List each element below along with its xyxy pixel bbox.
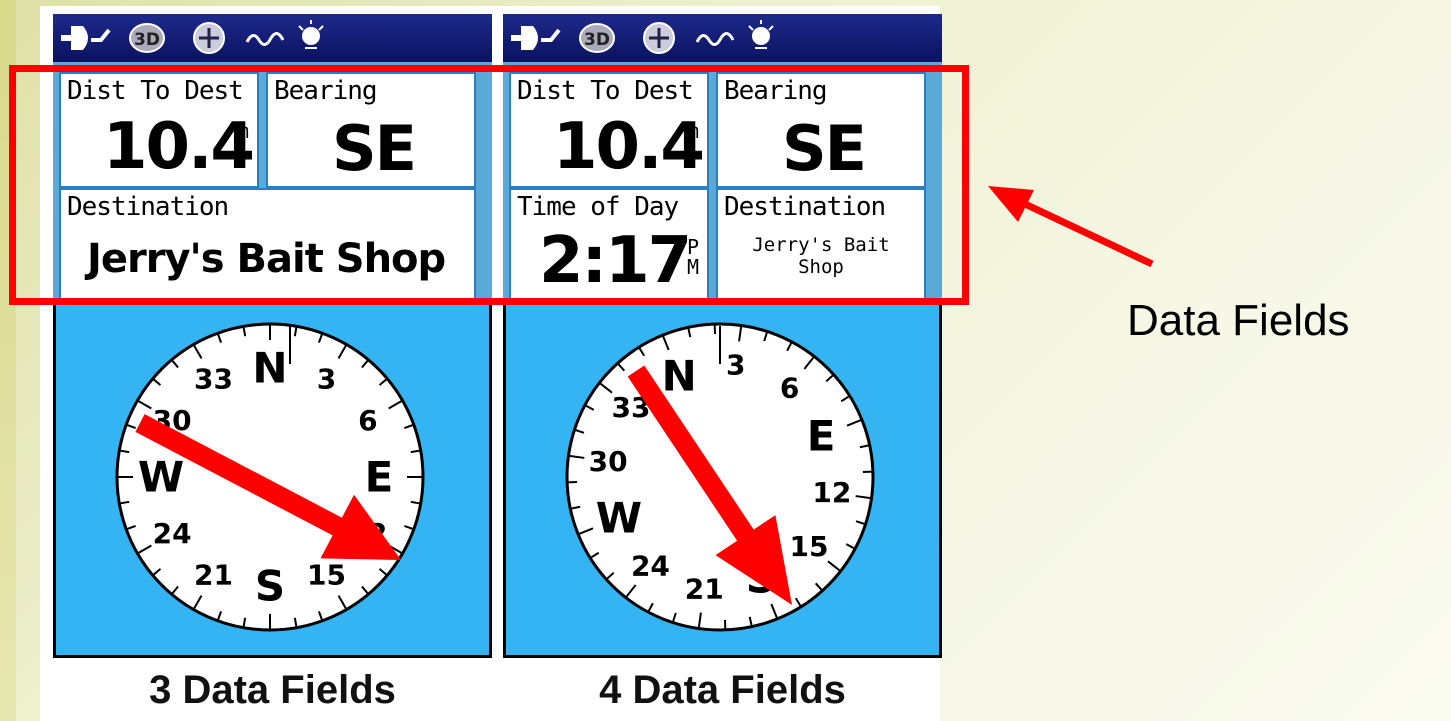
- annotation-label: Data Fields: [1127, 296, 1350, 345]
- annotation-arrow-icon: [988, 186, 1154, 268]
